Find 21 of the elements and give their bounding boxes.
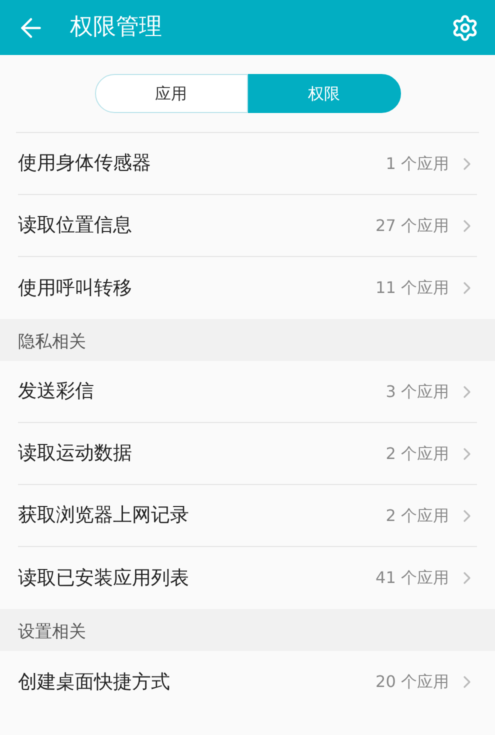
app-count: 20 个应用 [376, 671, 449, 693]
permission-name: 使用身体传感器 [18, 151, 151, 176]
app-count: 41 个应用 [376, 567, 449, 589]
permission-name: 读取已安装应用列表 [18, 566, 189, 591]
permission-name: 读取位置信息 [18, 213, 132, 238]
settings-icon[interactable] [451, 14, 479, 42]
permission-name: 读取运动数据 [18, 441, 132, 466]
app-count: 2 个应用 [386, 442, 449, 464]
section-header: 设置相关 [18, 620, 86, 644]
page-title: 权限管理 [70, 13, 162, 42]
segment-tab[interactable]: 应用 [94, 74, 248, 113]
permission-name: 使用呼叫转移 [18, 276, 132, 301]
app-count: 27 个应用 [376, 214, 449, 236]
app-count: 1 个应用 [386, 152, 449, 174]
app-count: 2 个应用 [386, 504, 449, 526]
permission-name: 创建桌面快捷方式 [18, 670, 170, 695]
section-header: 隐私相关 [18, 330, 86, 354]
app-count: 3 个应用 [386, 380, 449, 402]
permission-name: 获取浏览器上网记录 [18, 503, 189, 528]
permission-name: 发送彩信 [18, 379, 94, 404]
app-count: 11 个应用 [376, 277, 449, 299]
